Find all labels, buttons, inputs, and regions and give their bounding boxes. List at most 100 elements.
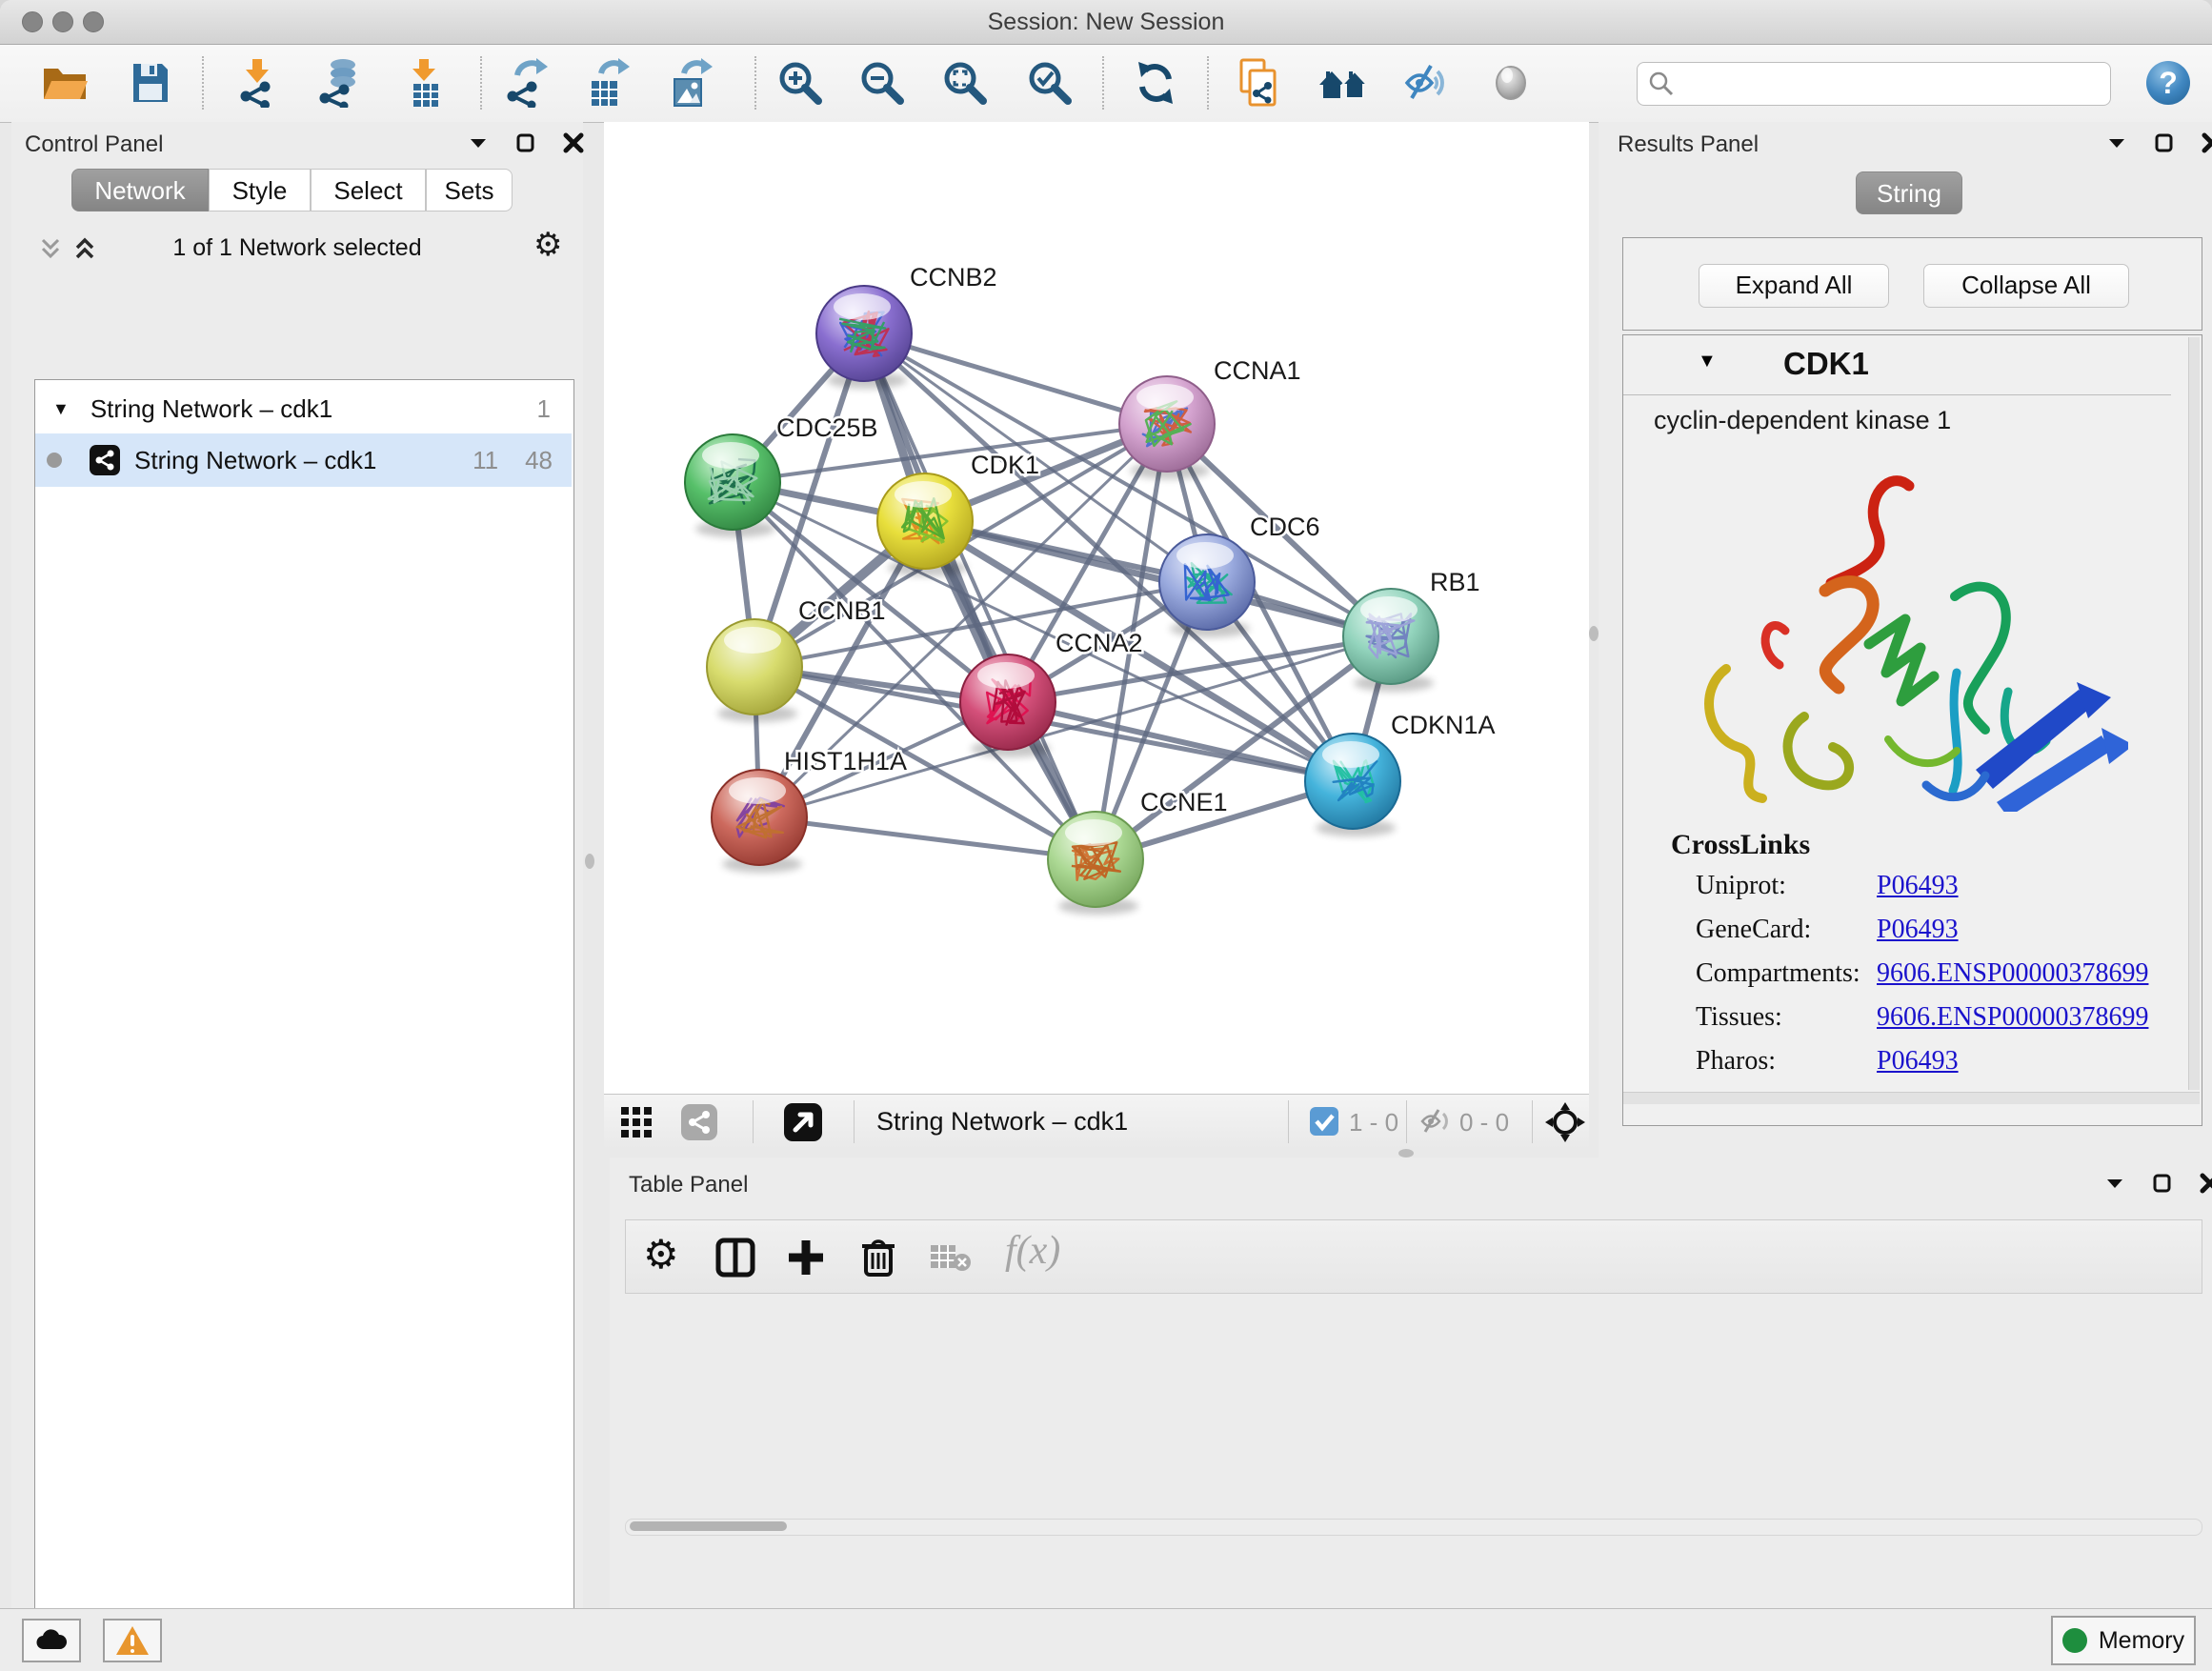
delete-column-button[interactable] [858, 1236, 898, 1282]
tab-sets[interactable]: Sets [426, 169, 513, 211]
network-collection-row[interactable]: ▼ String Network – cdk1 1 [35, 385, 572, 433]
collapse-all-button[interactable]: Collapse All [1923, 264, 2129, 308]
import-table-button[interactable] [398, 54, 452, 111]
right-splitter-handle[interactable] [1589, 626, 1599, 641]
results-vertical-scrollbar[interactable] [2188, 337, 2200, 1090]
scrollbar-thumb[interactable] [630, 1521, 787, 1531]
node-CCNA1[interactable]: CCNA1 [1119, 356, 1301, 479]
show-columns-button[interactable] [715, 1238, 755, 1282]
results-content-box: ▼ CDK1 cyclin-dependent kinase 1 [1622, 334, 2202, 1126]
open-in-browser-button[interactable] [783, 1102, 823, 1147]
crosslink-uniprot-link[interactable]: P06493 [1877, 871, 1959, 901]
network-view-canvas[interactable]: CCNB2CCNA1CDC25BCDK1CDC6RB1CCNB1CCNA2CDK… [604, 122, 1589, 1094]
float-panel-icon[interactable] [514, 131, 537, 154]
delete-table-icon [929, 1241, 973, 1274]
edge-CDK1-RB1[interactable] [925, 521, 1391, 636]
plus-icon [786, 1238, 826, 1278]
expand-all-button[interactable]: Expand All [1699, 264, 1889, 308]
node-RB1[interactable]: RB1 [1343, 568, 1480, 692]
collapse-all-networks-button[interactable] [36, 234, 65, 268]
open-folder-icon [40, 61, 90, 105]
network-row-selected[interactable]: String Network – cdk1 11 48 [35, 433, 572, 487]
close-panel-icon[interactable] [2199, 1172, 2212, 1195]
crosslink-pharos-link[interactable]: P06493 [1877, 1046, 1959, 1077]
network-graph[interactable]: CCNB2CCNA1CDC25BCDK1CDC6RB1CCNB1CCNA2CDK… [604, 122, 1589, 1094]
memory-button[interactable]: Memory [2051, 1616, 2196, 1665]
import-network-file-button[interactable] [231, 54, 285, 111]
close-panel-icon[interactable] [562, 131, 585, 154]
collection-collapse-icon[interactable]: ▼ [52, 399, 70, 419]
function-builder-button[interactable]: f(x) [1005, 1228, 1060, 1274]
string-home-button[interactable] [1317, 54, 1371, 111]
zoom-in-button[interactable] [774, 54, 827, 111]
grid-view-button[interactable] [619, 1105, 654, 1144]
node-label-CDK1: CDK1 [971, 451, 1039, 479]
results-panel-header-icons [2105, 131, 2212, 154]
birdseye-toggle-button[interactable] [1545, 1102, 1585, 1147]
bottom-splitter-handle[interactable] [1398, 1149, 1414, 1158]
tab-network[interactable]: Network [71, 169, 209, 211]
delete-table-button[interactable] [929, 1241, 973, 1278]
panel-menu-icon[interactable] [2103, 1172, 2126, 1195]
selected-nodes-checkbox[interactable] [1309, 1106, 1339, 1141]
export-table-icon [582, 58, 632, 108]
search-input[interactable] [1676, 70, 2080, 98]
left-splitter-handle[interactable] [585, 854, 594, 869]
netbar-separator [1532, 1100, 1533, 1143]
hidden-elements-button[interactable] [1419, 1106, 1454, 1141]
eye-button[interactable] [1484, 54, 1538, 111]
control-panel-title: Control Panel [25, 131, 163, 158]
edge-CCNB2-CCNE1[interactable] [864, 333, 1096, 859]
table-settings-gear-icon[interactable]: ⚙ [643, 1234, 679, 1276]
node-CDC6[interactable]: CDC6 [1159, 513, 1320, 637]
panel-menu-icon[interactable] [2105, 131, 2128, 154]
zoom-fit-button[interactable] [938, 54, 992, 111]
help-icon: ? [2143, 58, 2193, 108]
crosslink-label: Pharos: [1696, 1046, 1776, 1077]
crosslink-genecard-link[interactable]: P06493 [1877, 915, 1959, 945]
hidden-count-badge: 0 - 0 [1459, 1108, 1509, 1137]
table-horizontal-scrollbar[interactable] [625, 1519, 2202, 1536]
save-session-button[interactable] [124, 54, 177, 111]
network-from-document-button[interactable] [1234, 54, 1287, 111]
help-button[interactable]: ? [2142, 54, 2195, 111]
gene-collapse-icon[interactable]: ▼ [1698, 351, 1717, 372]
export-image-button[interactable] [663, 54, 716, 111]
export-network-button[interactable] [498, 54, 552, 111]
zoom-in-icon [775, 58, 825, 108]
node-HIST1H1A[interactable]: HIST1H1A [712, 747, 907, 873]
network-label: String Network – cdk1 [134, 446, 376, 475]
node-CCNB1[interactable]: CCNB1 [707, 596, 886, 722]
tab-string[interactable]: String [1856, 171, 1962, 214]
panel-menu-icon[interactable] [467, 131, 490, 154]
node-label-HIST1H1A: HIST1H1A [784, 747, 907, 775]
document-share-icon [1236, 58, 1285, 108]
network-view-share-button[interactable] [680, 1103, 718, 1146]
node-CCNE1[interactable]: CCNE1 [1048, 788, 1228, 915]
expand-all-networks-button[interactable] [70, 234, 99, 268]
warnings-button[interactable] [103, 1619, 162, 1662]
show-hide-glasspane-button[interactable] [1401, 54, 1455, 111]
tab-select[interactable]: Select [311, 169, 426, 211]
node-label-CDKN1A: CDKN1A [1391, 711, 1496, 739]
network-options-gear-icon[interactable]: ⚙ [533, 229, 562, 261]
zoom-selected-button[interactable] [1023, 54, 1076, 111]
float-panel-icon[interactable] [2153, 131, 2176, 154]
tab-style[interactable]: Style [209, 169, 311, 211]
zoom-out-button[interactable] [855, 54, 909, 111]
export-table-button[interactable] [580, 54, 633, 111]
gene-header-row[interactable]: ▼ CDK1 [1623, 335, 2171, 395]
results-horizontal-scrollbar[interactable] [1623, 1092, 2200, 1104]
node-CDKN1A[interactable]: CDKN1A [1305, 711, 1496, 836]
import-network-icon [233, 58, 283, 108]
refresh-button[interactable] [1129, 54, 1182, 111]
cloud-status-button[interactable] [22, 1619, 81, 1662]
close-panel-icon[interactable] [2201, 131, 2212, 154]
edge-CCNE1-HIST1H1A[interactable] [759, 817, 1096, 859]
crosslink-tissues-link[interactable]: 9606.ENSP00000378699 [1877, 1002, 2148, 1033]
import-network-database-button[interactable] [312, 54, 365, 111]
crosslink-compartments-link[interactable]: 9606.ENSP00000378699 [1877, 958, 2148, 989]
open-session-button[interactable] [38, 54, 91, 111]
add-column-button[interactable] [786, 1238, 826, 1282]
float-panel-icon[interactable] [2151, 1172, 2174, 1195]
